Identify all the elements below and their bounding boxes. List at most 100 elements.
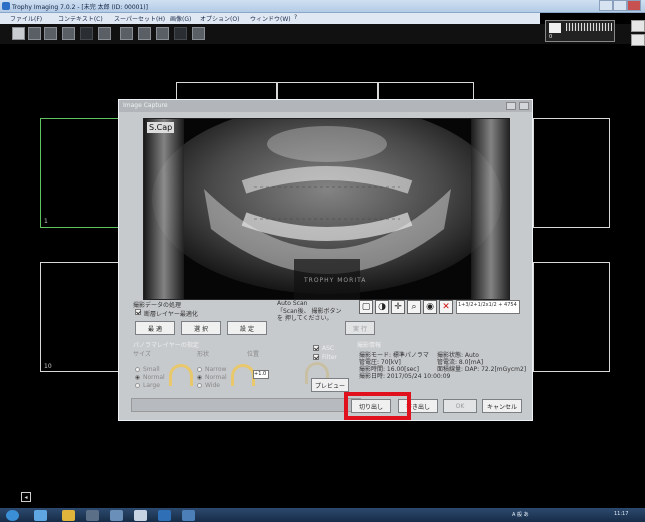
auto-scan-label: Auto Scan [277, 300, 308, 307]
layout-frame [40, 262, 120, 372]
zoom-icon[interactable]: ⌕ [407, 300, 421, 314]
tool-app-icon[interactable] [182, 510, 195, 521]
shape-arch-icon [231, 364, 255, 386]
size-arch-icon [169, 364, 193, 386]
side-panel-button-1[interactable] [631, 20, 645, 32]
display-icon[interactable] [156, 27, 169, 40]
app-icon[interactable] [134, 510, 147, 521]
preview-button[interactable]: プレビュー [311, 378, 349, 392]
layout-frame-selected[interactable] [40, 118, 120, 228]
shape-normal-radio[interactable] [197, 375, 202, 380]
shape-narrow-radio[interactable] [197, 367, 202, 372]
image-list-icon[interactable] [98, 27, 111, 40]
asc-label: ASC [322, 345, 335, 352]
execute-button[interactable]: 実 行 [345, 321, 375, 335]
minimize-button[interactable] [599, 0, 613, 11]
title-bar: Trophy Imaging 7.0.2 - [未完 太郎 (ID: 00001… [0, 0, 645, 13]
menu-file[interactable]: ファイル(F) [10, 14, 42, 23]
xray-render [144, 119, 509, 299]
image-capture-dialog: Image Capture S.Cap TROPHY MORITA 撮影データの… [118, 99, 533, 421]
imaging-app-icon[interactable] [158, 510, 171, 521]
start-icon[interactable] [6, 510, 19, 521]
clock[interactable]: 11:17 [614, 511, 628, 517]
section-capture-label: 撮影データの処理 [133, 302, 182, 309]
layout-icon[interactable] [80, 27, 93, 40]
asc-checkbox[interactable] [313, 345, 319, 351]
menu-options[interactable]: オプション(O) [200, 14, 239, 23]
patient-icon[interactable] [28, 27, 41, 40]
menu-superset[interactable]: スーパーセット(H) [114, 14, 165, 23]
layer-optimize-label: 断層レイヤー最適化 [144, 311, 198, 318]
filter-checkbox[interactable] [313, 354, 319, 360]
print-icon[interactable] [12, 27, 25, 40]
ratio-readout: 1+3/2+1/2x1/2 + 4754 [456, 300, 520, 314]
progress-bar [131, 398, 361, 412]
layer-optimize-checkbox[interactable] [135, 309, 141, 315]
side-panel-button-2[interactable] [631, 34, 645, 46]
exit-icon[interactable] [192, 27, 205, 40]
compare-icon[interactable] [138, 27, 151, 40]
explorer-icon[interactable] [62, 510, 75, 521]
taskbar: A 般 あ 11:17 [0, 508, 645, 522]
collapse-panel-button[interactable]: ◂ [21, 492, 31, 502]
panoramic-xray-image[interactable]: S.Cap TROPHY MORITA [143, 118, 510, 300]
layout-frame [533, 118, 610, 228]
filter-label: Filter [322, 354, 337, 361]
dialog-minimize-button[interactable] [506, 102, 516, 110]
menu-bar: ファイル(F) コンテキスト(C) スーパーセット(H) 画像(G) オプション… [0, 13, 540, 24]
dialog-close-button[interactable] [519, 102, 529, 110]
frame-number: 10 [44, 363, 52, 370]
window-title: Trophy Imaging 7.0.2 - [未完 太郎 (ID: 00001… [12, 4, 148, 11]
auto-scan-instructions: 「Scan後、 撮影ボタンを 押してください。 [277, 308, 342, 322]
capture-icon[interactable] [62, 27, 75, 40]
image-badge: S.Cap [147, 122, 175, 133]
size-normal-label: Normal [143, 374, 165, 381]
image-brand-label: TROPHY MORITA [304, 277, 367, 284]
position-column-label: 位置 [247, 351, 260, 358]
menu-help[interactable]: ? [294, 14, 297, 21]
contrast-icon[interactable]: ◑ [375, 300, 389, 314]
size-large-radio[interactable] [135, 383, 140, 388]
position-spinbox[interactable]: +1.0 [253, 370, 269, 379]
select-button[interactable]: 選 択 [181, 321, 221, 335]
highlight-box [344, 392, 411, 420]
folder-icon[interactable] [44, 27, 57, 40]
app-window: Trophy Imaging 7.0.2 - [未完 太郎 (ID: 00001… [0, 0, 645, 522]
filter-icon[interactable]: ◉ [423, 300, 437, 314]
device-icon [549, 23, 561, 33]
frame-number: 1 [44, 218, 48, 225]
device-status: 0 [545, 20, 615, 42]
size-small-label: Small [143, 366, 160, 373]
layout-frame [533, 262, 610, 372]
cancel-button[interactable]: キャンセル [482, 399, 522, 413]
device-label: 0 [549, 34, 553, 40]
move-icon[interactable]: ✛ [391, 300, 405, 314]
menu-window[interactable]: ウィンドウ(W) [250, 14, 291, 23]
dialog-title: Image Capture [123, 102, 168, 109]
size-normal-radio[interactable] [135, 375, 140, 380]
delete-icon[interactable]: ✕ [439, 300, 453, 314]
device-strip [566, 23, 612, 31]
ime-indicator[interactable]: A 般 あ [512, 511, 529, 518]
size-column-label: サイズ [133, 351, 151, 358]
app-icon [2, 2, 10, 10]
settings-icon[interactable] [110, 510, 123, 521]
crop-icon[interactable]: ▢ [359, 300, 373, 314]
ok-button[interactable]: OK [443, 399, 477, 413]
menu-image[interactable]: 画像(G) [170, 14, 191, 23]
optimize-button[interactable]: 最 適 [135, 321, 175, 335]
settings-button[interactable]: 設 定 [227, 321, 267, 335]
media-icon[interactable] [86, 510, 99, 521]
maximize-button[interactable] [613, 0, 627, 11]
size-small-radio[interactable] [135, 367, 140, 372]
section-info-label: 撮影情報 [357, 342, 382, 349]
shape-wide-label: Wide [205, 382, 220, 389]
shape-normal-label: Normal [205, 374, 227, 381]
menu-context[interactable]: コンテキスト(C) [58, 14, 103, 23]
grid-icon[interactable] [120, 27, 133, 40]
size-large-label: Large [143, 382, 160, 389]
close-button[interactable] [627, 0, 641, 11]
shape-wide-radio[interactable] [197, 383, 202, 388]
tool-icon[interactable] [174, 27, 187, 40]
browser-icon[interactable] [34, 510, 47, 521]
